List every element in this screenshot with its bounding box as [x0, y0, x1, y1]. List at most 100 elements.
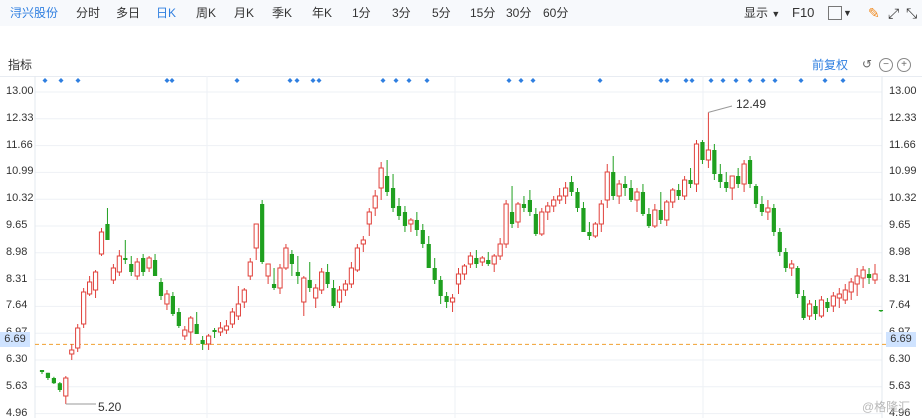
candle-body — [825, 302, 830, 308]
event-marker-icon — [689, 78, 695, 83]
tab-timeframe[interactable]: 年K — [312, 0, 332, 26]
event-marker-icon — [287, 78, 293, 83]
f10-button[interactable]: F10 — [792, 0, 814, 26]
drawing-toolbar: ✥ ⟋ ⌄ ⊿ ⌄ ⥮ ⌄ ▦ ⌄ ⊢⊣ ⌄ ← ⌄ Aa ▭ ∠ ⋒ ⊘ ⊟ … — [0, 26, 922, 74]
candle-body — [842, 289, 848, 301]
y-tick-label: 6.30 — [889, 353, 911, 365]
tab-timeframe[interactable]: 分时 — [76, 0, 100, 26]
candle-body — [141, 258, 146, 272]
y-tick-label: 11.66 — [6, 138, 33, 151]
expand-icon[interactable]: ⤡ — [906, 0, 917, 26]
price-marker-right: 6.69 — [886, 332, 916, 347]
candle-body — [390, 188, 396, 208]
tab-timeframe[interactable]: 季K — [272, 0, 292, 26]
candle-body — [396, 206, 402, 216]
event-marker-icon — [164, 78, 170, 83]
tab-timeframe[interactable]: 多日 — [116, 0, 140, 26]
candle-body — [385, 176, 390, 192]
candle-body — [587, 232, 592, 236]
zoom-in-icon[interactable]: + — [897, 58, 911, 72]
candle-body — [241, 289, 247, 303]
candle-body — [551, 199, 557, 207]
candle-body — [705, 149, 711, 161]
tab-timeframe[interactable]: 60分 — [543, 0, 568, 26]
y-tick-label: 8.98 — [6, 245, 28, 258]
fullscreen-icon[interactable]: ⤢ — [888, 0, 899, 26]
event-marker-icon — [840, 78, 846, 83]
candle-body — [765, 207, 771, 213]
candle-body — [81, 291, 87, 325]
candle-body — [813, 306, 818, 314]
candle-body — [455, 273, 462, 285]
candlestick-chart[interactable] — [0, 76, 922, 418]
candle-body — [759, 204, 765, 212]
candle-body — [676, 190, 681, 196]
candle-body — [51, 378, 56, 384]
candle-body — [646, 214, 651, 226]
candle-body — [658, 210, 663, 220]
tab-timeframe[interactable]: 日K — [156, 0, 176, 26]
candle-body — [474, 258, 479, 264]
candle-body — [348, 267, 354, 285]
tab-timeframe[interactable]: 周K — [196, 0, 216, 26]
candle-body — [212, 330, 217, 332]
event-marker-icon — [169, 78, 175, 83]
candle-body — [628, 188, 634, 200]
candle-body — [354, 247, 360, 271]
tab-timeframe[interactable]: 30分 — [506, 0, 531, 26]
candle-body — [509, 212, 515, 224]
tab-timeframe[interactable]: 5分 — [432, 0, 451, 26]
candle-body — [461, 265, 468, 275]
candle-body — [69, 349, 75, 355]
candle-body — [771, 208, 776, 232]
candle-body — [682, 179, 688, 197]
candle-body — [539, 211, 545, 235]
y-tick-label: 9.65 — [6, 219, 28, 231]
candle-body — [866, 274, 872, 278]
candle-body — [860, 269, 866, 279]
event-marker-icon — [518, 78, 524, 83]
candle-body — [444, 296, 449, 302]
candle-body — [366, 211, 372, 225]
candle-body — [247, 261, 253, 277]
candle-body — [806, 303, 813, 317]
display-dropdown[interactable]: 显示 ▼ — [744, 0, 780, 27]
candle-body — [515, 203, 521, 223]
stock-name[interactable]: 浔兴股份 — [10, 0, 58, 26]
candle-body — [801, 296, 806, 318]
candle-body — [342, 283, 349, 291]
event-marker-icon — [294, 78, 300, 83]
candle-body — [664, 201, 670, 221]
candle-body — [545, 205, 551, 213]
tab-timeframe[interactable]: 15分 — [470, 0, 495, 26]
undo-icon[interactable]: ↺ — [861, 58, 873, 70]
candle-body — [854, 275, 860, 285]
candle-body — [39, 370, 45, 372]
y-tick-label: 5.63 — [6, 379, 28, 392]
tab-timeframe[interactable]: 月K — [234, 0, 254, 26]
adjust-dropdown[interactable]: 前复权 — [812, 54, 848, 76]
candle-body — [420, 230, 425, 244]
indicator-label[interactable]: 指标 — [8, 54, 32, 76]
event-marker-icon — [75, 78, 81, 83]
candle-body — [652, 209, 658, 227]
event-marker-icon — [760, 78, 766, 83]
candle-body — [848, 281, 854, 293]
candle-body — [712, 150, 717, 174]
indicator-bar: 指标 前复权 — [0, 54, 922, 77]
y-tick-label: 13.00 — [6, 85, 34, 97]
candle-body — [134, 261, 140, 277]
tab-timeframe[interactable]: 3分 — [392, 0, 411, 26]
chevron-down-icon[interactable]: ▼ — [843, 0, 852, 26]
candle-body — [818, 299, 825, 317]
candle-body — [158, 282, 164, 296]
candle-body — [878, 310, 884, 312]
candle-body — [616, 183, 622, 197]
candle-body — [75, 327, 81, 349]
pencil-icon[interactable]: ✎ — [868, 0, 880, 26]
checkbox-icon[interactable] — [828, 6, 842, 20]
candle-body — [581, 208, 586, 232]
tab-timeframe[interactable]: 1分 — [352, 0, 371, 26]
zoom-out-icon[interactable]: − — [879, 58, 893, 72]
candle-body — [693, 143, 700, 185]
